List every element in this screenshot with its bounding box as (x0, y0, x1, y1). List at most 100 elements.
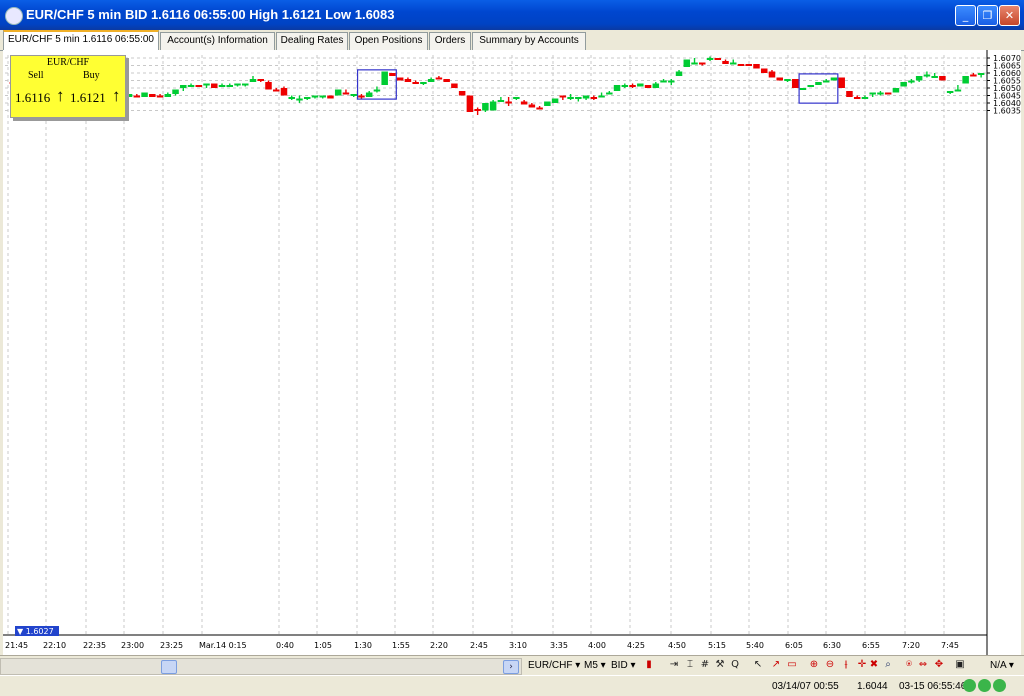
tab-summary[interactable]: Summary by Accounts (472, 32, 586, 50)
candle-body (915, 76, 923, 81)
properties-icon[interactable]: ⚒ (714, 659, 726, 671)
candle-body (156, 95, 164, 98)
tab-dealing-rates[interactable]: Dealing Rates (276, 32, 348, 50)
time-tick-label: 2:20 (430, 641, 448, 650)
zoom-in-icon[interactable]: ⊕ (808, 659, 820, 671)
candle-body (149, 94, 156, 97)
sell-arrow-icon: ↑ (56, 86, 65, 105)
crosshair-icon[interactable]: ⌶ (684, 659, 696, 671)
candle-body (644, 85, 652, 88)
candle-body (489, 101, 497, 111)
candle-body (203, 83, 210, 86)
quote-icon[interactable]: Q (729, 659, 741, 671)
gann-icon[interactable]: ✥ (933, 659, 945, 671)
minimize-button[interactable]: _ (955, 5, 976, 26)
trade-server-icon (993, 679, 1006, 692)
magnify-icon[interactable]: ⌕ (882, 659, 894, 671)
time-tick-label: 5:15 (708, 641, 726, 650)
candle-body (691, 62, 698, 65)
grid-icon[interactable]: # (699, 659, 711, 671)
shift-end-icon[interactable]: ⇥ (668, 659, 680, 671)
candle-body (970, 74, 977, 77)
candle-body (590, 97, 598, 99)
candlestick-chart: 1.60701.60651.60601.60551.60501.60451.60… (3, 50, 1021, 655)
period-dropdown[interactable]: M5 ▾ (584, 658, 606, 673)
candle-body (923, 74, 931, 77)
price-tick-label: 1.6035 (993, 107, 1021, 116)
candle-body (164, 94, 172, 97)
tab-accounts[interactable]: Account(s) Information (160, 32, 275, 50)
candle-body (420, 82, 427, 84)
close-button[interactable]: ✕ (999, 5, 1020, 26)
template-icon[interactable]: ▣ (954, 659, 966, 671)
sell-price[interactable]: 1.6116 (15, 90, 50, 106)
candle-body (683, 59, 691, 67)
candle-body (381, 71, 388, 85)
rectangle-icon[interactable]: ▭ (786, 659, 798, 671)
candle-body (714, 58, 722, 60)
candle-body (458, 91, 466, 96)
candle-body (799, 88, 807, 90)
delete-icon[interactable]: ✖ (868, 659, 880, 671)
candle-body (296, 98, 303, 101)
sell-label: Sell (28, 70, 44, 81)
period-separator-icon[interactable]: ⫲ (840, 659, 852, 671)
candle-body (791, 79, 799, 88)
candle-body (900, 82, 907, 87)
candle-body (272, 89, 280, 92)
symbol-dropdown[interactable]: EUR/CHF ▾ (528, 658, 580, 673)
time-tick-label: 1:55 (392, 641, 410, 650)
buy-price[interactable]: 1.6121 (70, 90, 106, 106)
candle-body (807, 85, 814, 87)
time-tick-label: 4:25 (627, 641, 645, 650)
candle-body (551, 98, 559, 103)
candle-body (319, 95, 326, 98)
candle-body (699, 62, 706, 65)
candle-body (451, 83, 458, 88)
period-value: M5 (584, 660, 598, 671)
candle-body (760, 68, 768, 73)
zoom-out-icon[interactable]: ⊖ (824, 659, 836, 671)
candle-body (954, 89, 962, 92)
tab-chart[interactable]: EUR/CHF 5 min 1.6116 06:55:00 (3, 30, 159, 52)
channel-icon[interactable]: ⇔ (917, 659, 929, 671)
tab-open-positions[interactable]: Open Positions (349, 32, 428, 50)
restore-button[interactable]: ❐ (977, 5, 998, 26)
candle-body (334, 89, 342, 96)
buy-arrow-icon: ↑ (112, 86, 121, 105)
time-tick-label: 0:40 (276, 641, 294, 650)
candle-body (412, 82, 419, 84)
tab-orders[interactable]: Orders (429, 32, 471, 50)
status-price: 1.6044 (857, 681, 888, 692)
candle-style-icon[interactable]: ▮ (643, 659, 655, 671)
window-title: EUR/CHF 5 min BID 1.6116 06:55:00 High 1… (26, 7, 395, 22)
time-tick-label: 4:00 (588, 641, 606, 650)
candle-body (660, 80, 667, 83)
candle-body (861, 97, 869, 99)
horizontal-scrollbar[interactable]: › (0, 658, 522, 675)
candle-body (815, 82, 822, 85)
time-tick-label: 6:55 (862, 641, 880, 650)
candle-body (513, 97, 520, 99)
fibonacci-icon[interactable]: ⍟ (903, 659, 915, 671)
draw-line-icon[interactable]: ↗ (770, 659, 782, 671)
cursor-icon[interactable]: ↖ (752, 659, 764, 671)
chart-area[interactable]: 1.6070 1.6065 1.6060 1.6055 1.6050 1.6045 1.60… (3, 50, 1021, 655)
candle-body (822, 80, 830, 83)
candle-body (652, 83, 660, 88)
candle-body (389, 73, 396, 76)
candle-body (884, 92, 892, 95)
scroll-right-button[interactable]: › (503, 660, 519, 674)
scroll-thumb[interactable] (161, 660, 177, 674)
na-dropdown[interactable]: N/A ▾ (990, 658, 1014, 673)
candle-body (737, 64, 745, 66)
time-tick-label: 3:35 (550, 641, 568, 650)
candle-body (172, 89, 179, 94)
candle-body (977, 73, 985, 75)
time-tick-label: 21:45 (5, 641, 28, 650)
candle-body (768, 71, 776, 78)
crosshair-red-icon[interactable]: ✛ (856, 659, 868, 671)
candle-body (730, 62, 737, 65)
side-dropdown[interactable]: BID ▾ (611, 658, 635, 673)
time-tick-label: 7:20 (902, 641, 920, 650)
